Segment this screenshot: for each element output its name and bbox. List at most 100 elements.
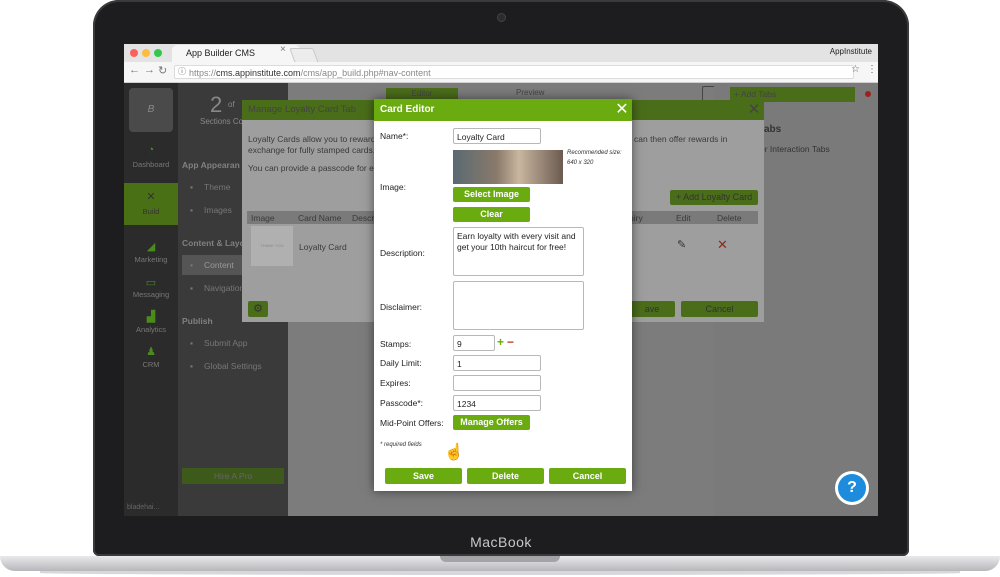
nav-theme[interactable]: Theme [204, 182, 230, 192]
forward-icon[interactable]: → [144, 64, 155, 76]
mid-point-label: Mid-Point Offers: [380, 418, 444, 428]
image-label: Image: [380, 182, 406, 192]
browser-tab-title: App Builder CMS [186, 48, 256, 58]
laptop-notch [440, 556, 560, 562]
close-window-button[interactable] [130, 49, 138, 57]
url-scheme: https:// [189, 68, 217, 78]
sidebar-item-analytics[interactable]: Analytics [124, 325, 178, 334]
hire-pro-button[interactable]: Hire A Pro [182, 468, 284, 484]
sidebar-item-crm[interactable]: CRM [124, 360, 178, 369]
browser-menu-icon[interactable]: ⋮ [867, 64, 877, 75]
nav-navigation[interactable]: Navigation [204, 283, 244, 293]
new-tab-button[interactable] [289, 48, 319, 63]
maximize-window-button[interactable] [154, 49, 162, 57]
address-bar[interactable]: https://cms.appinstitute.com/cms/app_bui… [174, 65, 854, 79]
manage-close-icon[interactable]: ✕ [744, 100, 764, 120]
stamps-input[interactable]: 9 [453, 335, 495, 351]
bookmark-star-icon[interactable]: ☆ [851, 64, 860, 75]
app-logo: B [129, 88, 173, 132]
gear-icon: ▪ [190, 361, 194, 371]
reload-icon[interactable]: ↻ [158, 64, 167, 77]
edit-pencil-icon[interactable]: ✎ [677, 238, 686, 251]
stamps-label: Stamps: [380, 339, 412, 349]
user-name: bladehai... [127, 504, 160, 511]
settings-gear-icon[interactable]: ⚙ [248, 301, 268, 317]
sidebar-item-marketing[interactable]: Marketing [124, 255, 178, 264]
col-edit: Edit [676, 213, 691, 223]
sections-label: Sections Co [200, 117, 244, 126]
right-panel-subtitle: er Interaction Tabs [760, 144, 830, 154]
expires-label: Expires: [380, 378, 411, 388]
name-label: Name*: [380, 131, 409, 141]
passcode-input[interactable]: 1234 [453, 395, 541, 411]
sidebar-item-dashboard[interactable]: Dashboard [124, 160, 178, 169]
col-delete: Delete [717, 213, 742, 223]
select-image-button[interactable]: Select Image [453, 187, 530, 202]
card-editor-save-button[interactable]: Save [385, 468, 462, 484]
disclaimer-textarea[interactable] [453, 281, 584, 330]
tab-preview[interactable]: Preview [516, 88, 544, 97]
speedometer-icon: ◔ [147, 144, 155, 156]
daily-limit-label: Daily Limit: [380, 358, 422, 368]
laptop-brand-label: MacBook [470, 534, 532, 550]
image-icon: ▪ [190, 205, 194, 215]
description-textarea[interactable]: Earn loyalty with every visit and get yo… [453, 227, 584, 276]
megaphone-icon: ◢ [146, 241, 156, 253]
sidebar-item-build[interactable]: Build [124, 207, 178, 216]
stamps-minus-icon[interactable]: − [507, 335, 514, 349]
col-card-name: Card Name [298, 213, 342, 223]
col-description: Descr [352, 213, 375, 223]
manage-save-button[interactable]: ave [629, 301, 675, 317]
minimize-window-button[interactable] [142, 49, 150, 57]
card-editor-close-icon[interactable]: ✕ [612, 99, 632, 121]
tab-close-icon[interactable]: × [280, 44, 286, 55]
card-editor-cancel-button[interactable]: Cancel [549, 468, 626, 484]
manage-desc-1: Loyalty Cards allow you to reward y [248, 134, 383, 144]
name-input[interactable]: Loyalty Card [453, 128, 541, 144]
camera-icon [497, 13, 506, 22]
url-host: cms.appinstitute.com [216, 68, 301, 78]
chart-icon: ▟ [146, 311, 156, 323]
sections-of: of [228, 100, 235, 109]
publish-header: Publish [182, 316, 213, 326]
manage-desc-2: exchange for fully stamped cards. [248, 145, 376, 155]
content-layout-header: Content & Layo [182, 238, 245, 248]
pointer-cursor-icon: ☝ [444, 444, 464, 461]
manage-offers-button[interactable]: Manage Offers [453, 415, 530, 430]
manage-cancel-button[interactable]: Cancel [681, 301, 758, 317]
required-note: * required fields [380, 442, 422, 448]
app-appearance-header: App Appearan [182, 160, 240, 170]
info-icon[interactable]: ⓘ [178, 66, 186, 77]
expires-input[interactable] [453, 375, 541, 391]
card-image-preview [453, 150, 563, 184]
browser-user-label: AppInstitute [829, 47, 872, 56]
nav-images[interactable]: Images [204, 205, 232, 215]
daily-limit-input[interactable]: 1 [453, 355, 541, 371]
right-panel-title: abs [764, 124, 782, 135]
brush-icon: ▪ [190, 182, 194, 192]
content-icon: ▪ [190, 260, 194, 270]
nav-content[interactable]: Content [204, 260, 234, 270]
description-label: Description: [380, 248, 425, 258]
row-card-name: Loyalty Card [299, 242, 347, 252]
disclaimer-label: Disclaimer: [380, 302, 423, 312]
sidebar-item-messaging[interactable]: Messaging [124, 290, 178, 299]
card-editor-delete-button[interactable]: Delete [467, 468, 544, 484]
chat-icon: ▭ [145, 277, 157, 289]
manage-desc-3: You can provide a passcode for eac [248, 163, 383, 173]
sections-count: 2 [210, 92, 223, 117]
send-icon: ▪ [190, 338, 194, 348]
add-loyalty-card-button[interactable]: + Add Loyalty Card [670, 190, 758, 205]
back-icon[interactable]: ← [129, 64, 140, 76]
tools-icon: ✕ [146, 191, 156, 203]
recommended-size-value: 640 x 320 [567, 160, 594, 166]
nav-global-settings[interactable]: Global Settings [204, 361, 262, 371]
delete-x-icon[interactable]: ✕ [717, 237, 728, 253]
help-icon[interactable]: ? [838, 474, 866, 502]
stamps-plus-icon[interactable]: + [497, 335, 504, 349]
nav-submit-app[interactable]: Submit App [204, 338, 247, 348]
recommended-size-label: Recommended size: [567, 150, 622, 156]
screen: App Builder CMS × AppInstitute ← → ↻ htt… [124, 44, 878, 516]
clear-image-button[interactable]: Clear [453, 207, 530, 222]
navigation-icon: ▪ [190, 283, 194, 293]
